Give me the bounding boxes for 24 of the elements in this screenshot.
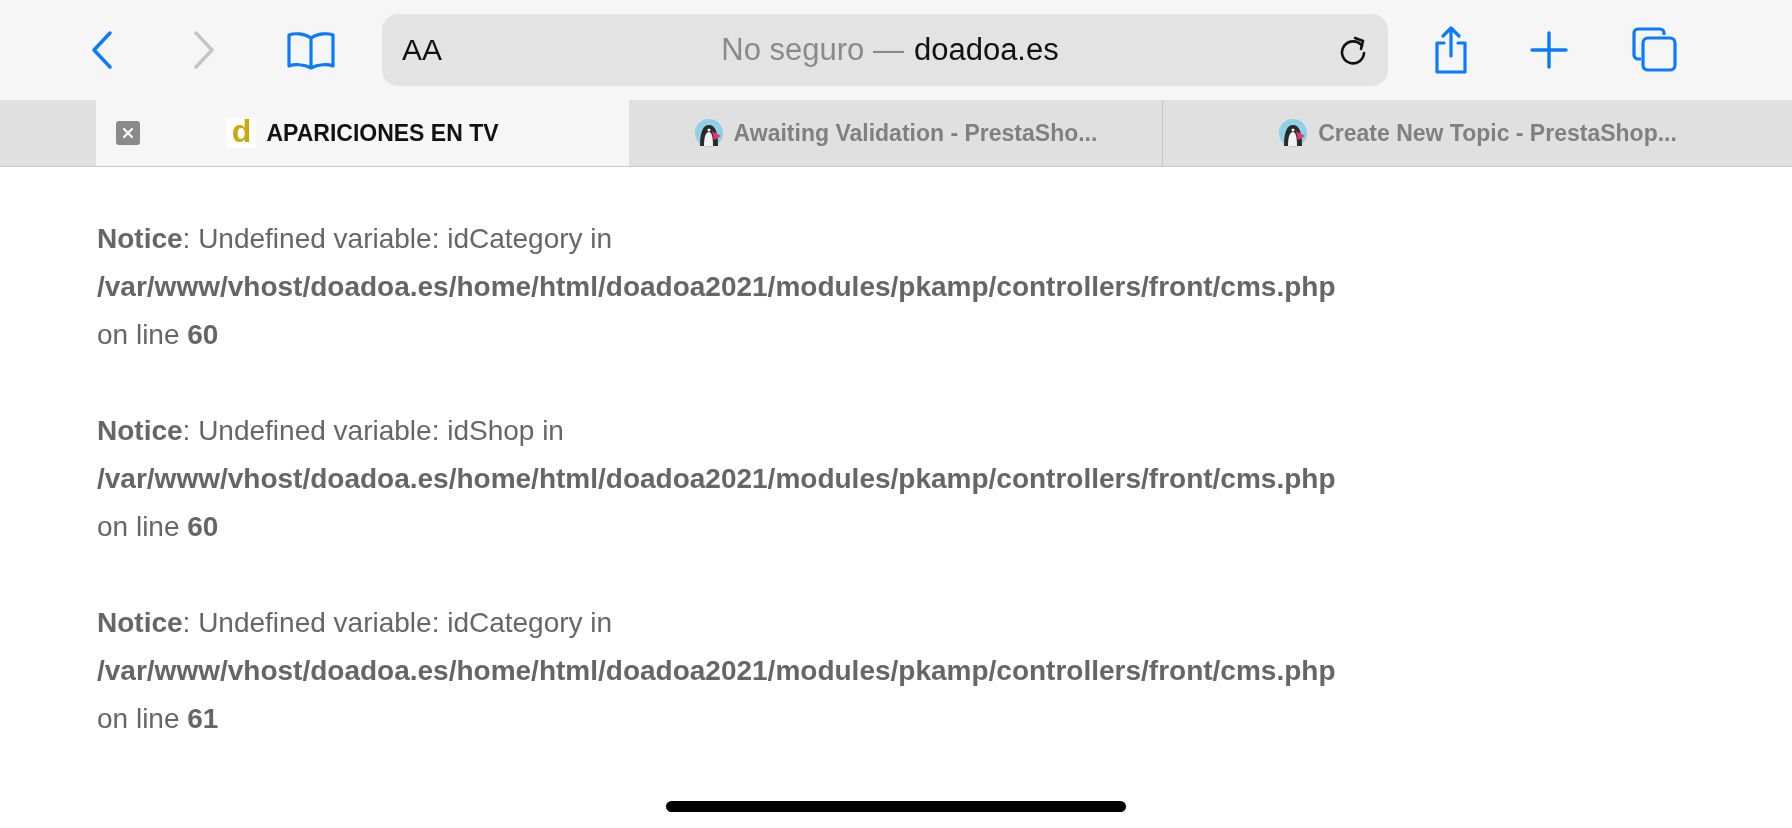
text-size-button[interactable]: AA [402,33,443,67]
line-number: on line 60 [97,318,220,352]
notice-message: Notice: Undefined variable: idShop in [97,414,565,448]
reload-icon[interactable] [1338,34,1368,66]
address-bar[interactable]: AA No seguro — doadoa.es [382,14,1388,86]
security-label: No seguro — [721,32,904,67]
bookmarks-button[interactable] [286,30,336,70]
line-number: on line 60 [97,510,220,544]
url-text: doadoa.es [913,32,1059,67]
line-number: on line 61 [97,702,220,736]
site-logo: d [226,118,257,148]
file-path: /var/www/vhost/doadoa.es/home/html/doadoa2021/modules/pkamp/controllers/front/cms.php [97,270,1337,304]
puffin-icon [693,118,724,148]
file-path: /var/www/vhost/doadoa.es/home/html/doadoa2021/modules/pkamp/controllers/front/cms.php [97,462,1337,496]
new-tab-button[interactable] [1530,31,1568,69]
notice-message: Notice: Undefined variable: idCategory in [97,606,614,640]
share-button[interactable] [1432,25,1470,75]
browser-tab[interactable]: d APARICIONES EN TV [96,100,629,166]
notice-message: Notice: Undefined variable: idCategory in [97,222,614,256]
puffin-icon [1278,118,1309,148]
file-path: /var/www/vhost/doadoa.es/home/html/doadoa2021/modules/pkamp/controllers/front/cms.php [97,654,1337,688]
tabs-overview-button[interactable] [1632,27,1678,73]
close-icon[interactable] [116,121,140,145]
back-button[interactable] [90,30,114,70]
